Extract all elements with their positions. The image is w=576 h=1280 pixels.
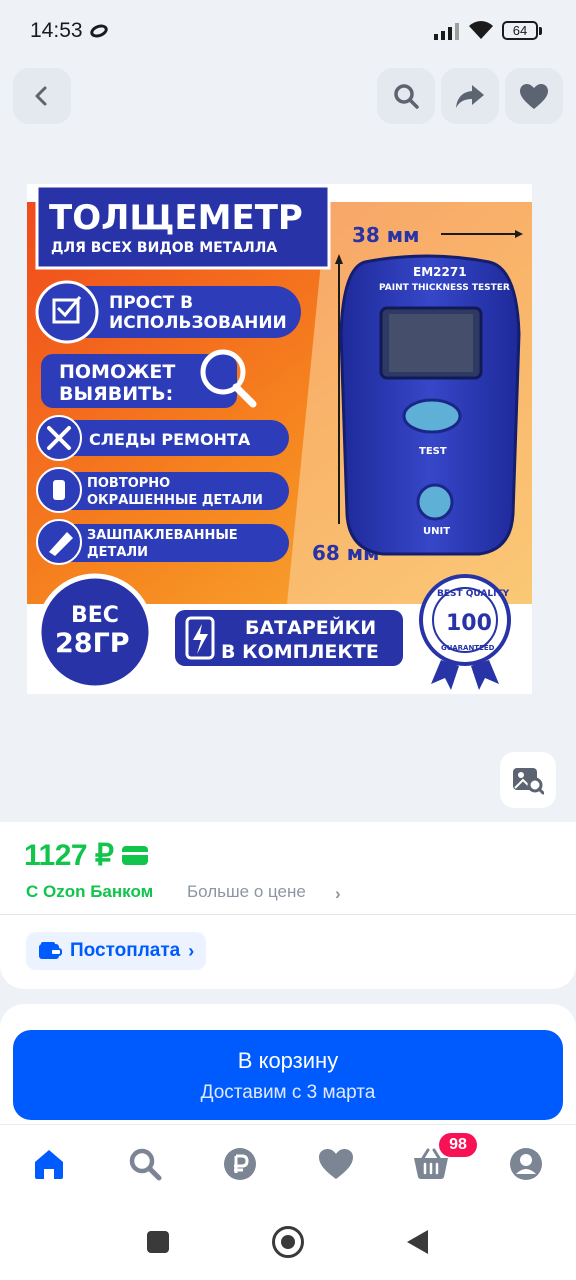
bullet-repainted-line1: ПОВТОРНО bbox=[87, 476, 170, 491]
price-value: 1127 ₽ bbox=[24, 839, 114, 872]
chevron-right-icon: › bbox=[188, 940, 195, 961]
feature-easy-line2: ИСПОЛЬЗОВАНИИ bbox=[109, 313, 287, 333]
card-icon bbox=[122, 846, 148, 865]
bottom-tab-bar bbox=[0, 1124, 576, 1208]
ozon-bank-label: С Ozon Банком bbox=[26, 882, 154, 901]
seal-bottom: GUARANTEED bbox=[441, 644, 495, 652]
postpay-label: Постоплата bbox=[70, 940, 181, 961]
add-to-cart-button[interactable]: В корзину Доставим с 3 марта bbox=[13, 1030, 563, 1120]
ruble-icon bbox=[224, 1148, 256, 1180]
signal-icon bbox=[434, 23, 459, 40]
search-button[interactable] bbox=[377, 68, 435, 124]
home-nav-icon[interactable] bbox=[272, 1226, 304, 1258]
weight-line2: 28ГР bbox=[55, 628, 130, 659]
back-icon bbox=[35, 86, 47, 106]
tab-profile[interactable] bbox=[506, 1144, 546, 1184]
image-search-button[interactable] bbox=[500, 752, 556, 808]
tab-home[interactable] bbox=[29, 1144, 69, 1184]
share-icon bbox=[456, 85, 484, 108]
feature-easy-line1: ПРОСТ В bbox=[109, 293, 193, 313]
more-about-price-link[interactable]: Больше о цене bbox=[187, 882, 306, 902]
weight-line1: ВЕС bbox=[71, 603, 119, 628]
wallet-icon bbox=[39, 942, 62, 959]
status-time: 14:53 bbox=[30, 19, 83, 42]
home-icon bbox=[35, 1150, 63, 1179]
seal-top: BEST QUALITY bbox=[437, 589, 510, 599]
delivery-date-label: Доставим с 3 марта bbox=[200, 1082, 376, 1103]
search-icon bbox=[394, 84, 419, 109]
device-unit: UNIT bbox=[423, 526, 450, 537]
chevron-right-icon: › bbox=[335, 884, 341, 903]
favorite-button[interactable] bbox=[505, 68, 563, 124]
device-test: TEST bbox=[419, 446, 447, 457]
battery-line1: БАТАРЕЙКИ bbox=[245, 616, 376, 639]
tab-favorites[interactable] bbox=[316, 1144, 356, 1184]
bullet-repair: СЛЕДЫ РЕМОНТА bbox=[89, 430, 251, 449]
favorites-icon bbox=[319, 1149, 353, 1179]
back-nav-icon[interactable] bbox=[407, 1230, 428, 1254]
battery-line2: В КОМПЛЕКТЕ bbox=[221, 641, 379, 663]
device-name: PAINT THICKNESS TESTER bbox=[379, 283, 510, 293]
bullet-puttied-line2: ДЕТАЛИ bbox=[87, 545, 148, 560]
bullet-puttied-line1: ЗАШПАКЛЕВАННЫЕ bbox=[87, 528, 238, 543]
image-search-icon bbox=[513, 768, 544, 795]
add-to-cart-label: В корзину bbox=[237, 1048, 339, 1073]
tab-finance[interactable] bbox=[220, 1144, 260, 1184]
helps-line2: ВЫЯВИТЬ: bbox=[59, 383, 173, 405]
postpay-button[interactable]: Постоплата › bbox=[26, 932, 207, 970]
product-image-artwork: ТОЛЩЕМЕТР ДЛЯ ВСЕХ ВИДОВ МЕТАЛЛА 38 мм 6… bbox=[27, 184, 532, 694]
tab-search[interactable] bbox=[125, 1144, 165, 1184]
promo-title: ТОЛЩЕМЕТР bbox=[49, 198, 303, 238]
recent-apps-icon[interactable] bbox=[147, 1231, 169, 1253]
notification-icon bbox=[88, 22, 110, 40]
helps-line1: ПОМОЖЕТ bbox=[59, 361, 175, 383]
device-model: EM2271 bbox=[413, 265, 467, 279]
status-bar: 14:53 64 bbox=[0, 0, 576, 60]
wifi-icon bbox=[469, 21, 493, 39]
profile-icon bbox=[510, 1148, 542, 1180]
share-button[interactable] bbox=[441, 68, 499, 124]
heart-icon bbox=[520, 83, 548, 109]
back-button[interactable] bbox=[13, 68, 71, 124]
search-icon bbox=[129, 1148, 162, 1181]
promo-subtitle: ДЛЯ ВСЕХ ВИДОВ МЕТАЛЛА bbox=[51, 240, 277, 256]
product-image[interactable]: ТОЛЩЕМЕТР ДЛЯ ВСЕХ ВИДОВ МЕТАЛЛА 38 мм 6… bbox=[27, 184, 532, 694]
battery-icon: 64 bbox=[502, 21, 542, 40]
seal-number: 100 bbox=[446, 611, 492, 636]
width-label: 38 мм bbox=[352, 223, 420, 247]
cart-count-badge: 98 bbox=[439, 1133, 477, 1157]
bullet-repainted-line2: ОКРАШЕННЫЕ ДЕТАЛИ bbox=[87, 493, 263, 508]
